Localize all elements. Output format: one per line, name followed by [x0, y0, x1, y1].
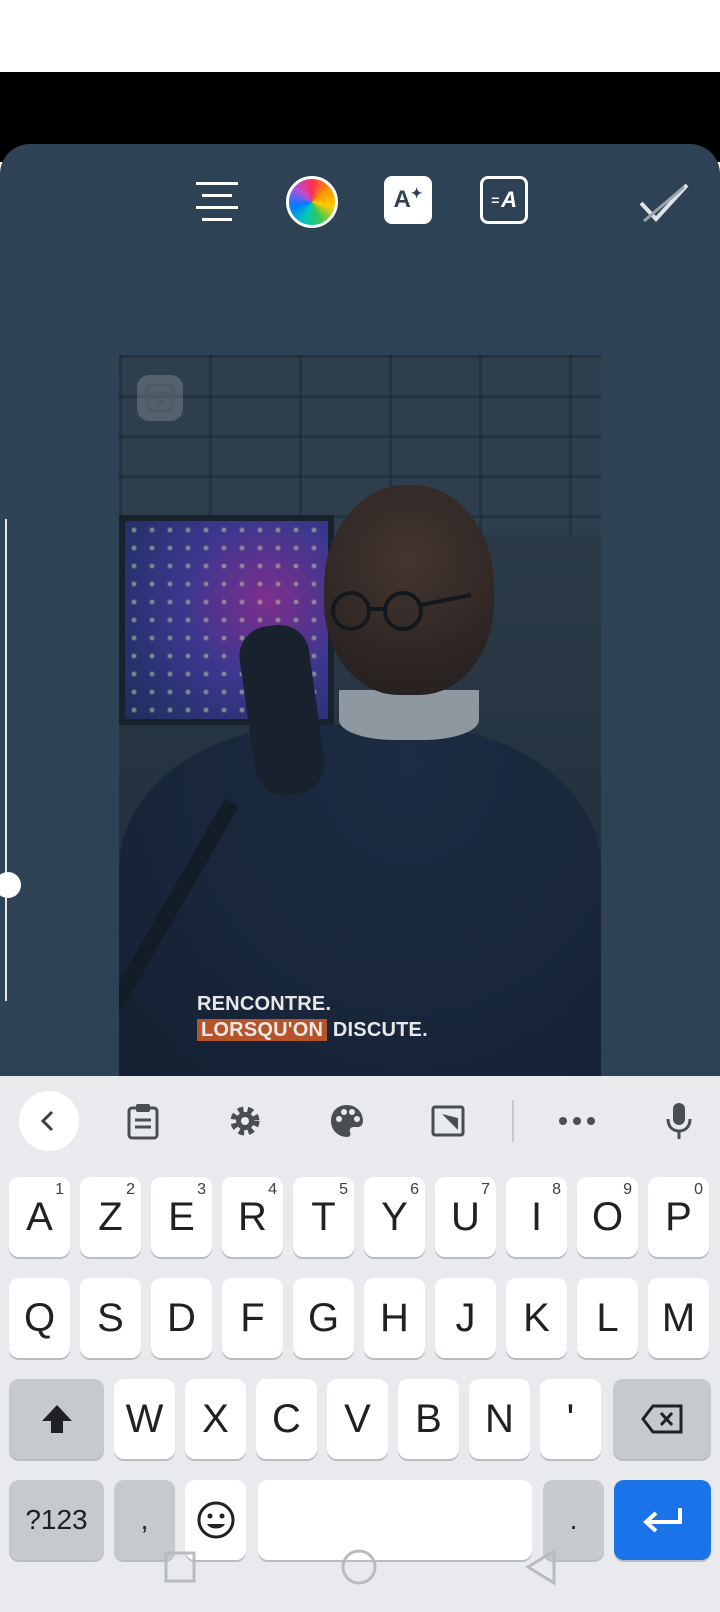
checkmark-icon[interactable] [636, 178, 692, 228]
backspace-key[interactable] [613, 1379, 711, 1459]
caption-line-2: DISCUTE. [332, 1019, 428, 1041]
key-o[interactable]: O9 [577, 1177, 638, 1257]
shift-key[interactable] [9, 1379, 104, 1459]
caption-line-1: RENCONTRE. [197, 993, 332, 1015]
key-s[interactable]: S [80, 1278, 141, 1358]
key-w[interactable]: W [114, 1379, 175, 1459]
status-bar [0, 0, 720, 72]
enter-icon [642, 1508, 682, 1533]
text-size-slider[interactable] [5, 519, 7, 1001]
key-x[interactable]: X [185, 1379, 246, 1459]
key-t[interactable]: T5 [293, 1177, 354, 1257]
key-n[interactable]: N [469, 1379, 530, 1459]
key-k[interactable]: K [506, 1278, 567, 1358]
color-wheel-icon[interactable] [286, 176, 338, 228]
reels-icon [137, 375, 183, 421]
resize-icon[interactable] [421, 1094, 475, 1148]
key-l[interactable]: L [577, 1278, 638, 1358]
key-d[interactable]: D [151, 1278, 212, 1358]
keyboard-toolbar [0, 1076, 720, 1166]
home-icon[interactable] [340, 1548, 378, 1586]
navigation-bar [0, 1546, 720, 1612]
shift-icon [41, 1405, 72, 1433]
lines-glyph: = [490, 192, 500, 208]
back-nav-icon[interactable] [524, 1548, 558, 1586]
key-a[interactable]: A1 [9, 1177, 70, 1257]
video-caption: RENCONTRE. LORSQU'ON DISCUTE. [197, 991, 428, 1043]
key-y[interactable]: Y6 [364, 1177, 425, 1257]
key-e[interactable]: E3 [151, 1177, 212, 1257]
key-v[interactable]: V [327, 1379, 388, 1459]
key-r[interactable]: R4 [222, 1177, 283, 1257]
backspace-icon [641, 1404, 683, 1434]
key-m[interactable]: M [648, 1278, 709, 1358]
key-c[interactable]: C [256, 1379, 317, 1459]
clipboard-icon[interactable] [116, 1094, 170, 1148]
screen: A ✦ = A RENCONTRE. LORSQU'ON DISCUTE. A … [0, 0, 720, 1612]
key-z[interactable]: Z2 [80, 1177, 141, 1257]
settings-icon[interactable] [218, 1094, 272, 1148]
microphone-icon[interactable] [652, 1094, 706, 1148]
key-i[interactable]: I8 [506, 1177, 567, 1257]
text-editor-sheet: A ✦ = A RENCONTRE. LORSQU'ON DISCUTE. [0, 144, 720, 1084]
key-p[interactable]: P0 [648, 1177, 709, 1257]
key-q[interactable]: Q [9, 1278, 70, 1358]
key-h[interactable]: H [364, 1278, 425, 1358]
text-animation-icon[interactable]: = A [480, 176, 528, 224]
emoji-icon [197, 1501, 234, 1539]
key-g[interactable]: G [293, 1278, 354, 1358]
key-u[interactable]: U7 [435, 1177, 496, 1257]
palette-icon[interactable] [320, 1094, 374, 1148]
reel-video-preview[interactable]: RENCONTRE. LORSQU'ON DISCUTE. [119, 355, 601, 1084]
more-icon[interactable] [550, 1094, 604, 1148]
recents-icon[interactable] [163, 1550, 197, 1584]
keyboard: A1 Z2 E3 R4 T5 Y6 U7 I8 O9 P0 Q S D F G … [0, 1076, 720, 1612]
key-j[interactable]: J [435, 1278, 496, 1358]
animation-label: A [501, 187, 518, 212]
caption-highlight: LORSQU'ON [197, 1019, 328, 1041]
back-icon[interactable] [19, 1091, 79, 1151]
key-b[interactable]: B [398, 1379, 459, 1459]
sparkle-icon: ✦ [410, 184, 423, 201]
key-apostrophe[interactable]: ' [540, 1379, 601, 1459]
text-sparkle-icon[interactable]: A ✦ [384, 176, 432, 224]
effect-label: A [393, 186, 411, 213]
align-center-icon[interactable] [190, 174, 244, 228]
key-f[interactable]: F [222, 1278, 283, 1358]
